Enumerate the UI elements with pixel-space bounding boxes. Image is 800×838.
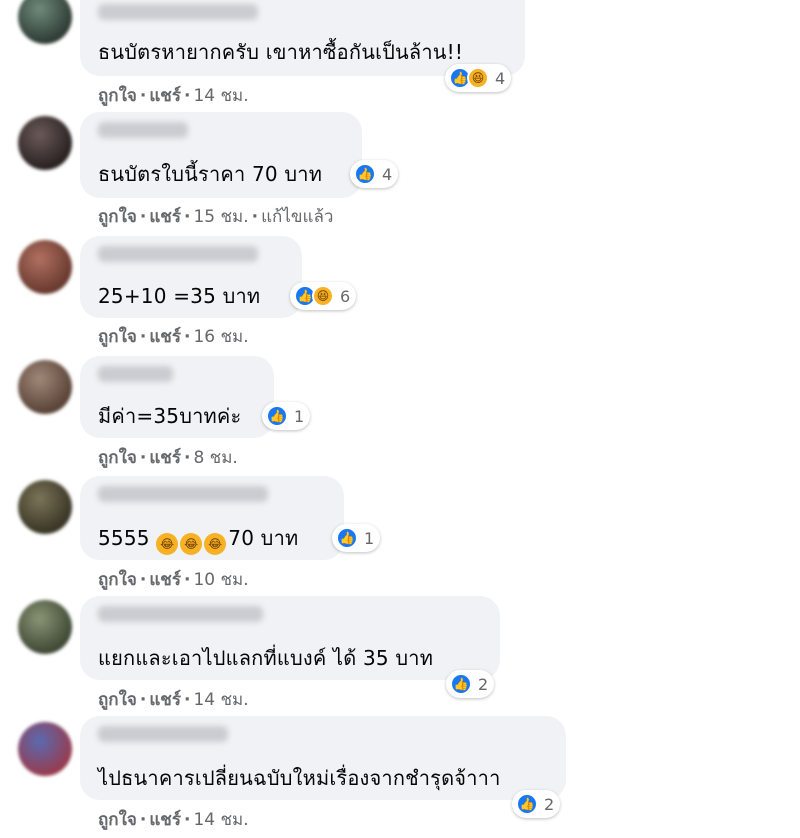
reaction-count: 4: [382, 164, 393, 184]
like-icon: 👍: [516, 793, 538, 815]
comment-text: แยกและเอาไปแลกที่แบงค์ ได้ 35 บาท: [98, 646, 434, 670]
haha-icon: 😆: [467, 67, 489, 89]
comment-bubble: 25+10 =35 บาท: [80, 236, 302, 318]
reaction-count: 2: [478, 674, 489, 694]
reaction-count: 1: [364, 528, 375, 548]
separator: ·: [139, 570, 147, 590]
comment-text-suffix: 70 บาท: [228, 526, 299, 550]
comment-bubble: 5555 😂 😂 😂 70 บาท: [80, 476, 344, 560]
comment-bubble: มีค่า=35บาทค่ะ: [80, 356, 274, 438]
comment-text: ธนบัตรใบนี้ราคา 70 บาท: [98, 162, 323, 186]
like-button[interactable]: ถูกใจ: [98, 690, 137, 710]
like-button[interactable]: ถูกใจ: [98, 327, 137, 347]
share-button[interactable]: แชร์: [149, 207, 181, 227]
laughing-emoji-icon: 😂: [156, 533, 179, 555]
reaction-summary[interactable]: 👍 2: [512, 790, 561, 818]
comment-bubble: แยกและเอาไปแลกที่แบงค์ ได้ 35 บาท: [80, 596, 500, 680]
timestamp[interactable]: 10 ชม.: [193, 570, 248, 590]
comment-text-prefix: 5555: [98, 526, 150, 550]
reaction-summary[interactable]: 👍 😆 6: [290, 282, 357, 310]
reaction-summary[interactable]: 👍 1: [262, 402, 311, 430]
separator: ·: [183, 86, 191, 106]
commenter-name[interactable]: [98, 122, 188, 138]
separator: ·: [183, 810, 191, 830]
comment-text: 25+10 =35 บาท: [98, 284, 261, 308]
separator: ·: [183, 570, 191, 590]
commenter-name[interactable]: [98, 486, 268, 502]
timestamp[interactable]: 15 ชม.: [193, 207, 248, 227]
comment-text: ธนบัตรหายากครับ เขาหาซื้อกันเป็นล้าน!!: [98, 40, 464, 64]
avatar[interactable]: [18, 0, 72, 44]
separator: ·: [139, 690, 147, 710]
commenter-name[interactable]: [98, 726, 228, 742]
like-button[interactable]: ถูกใจ: [98, 448, 137, 468]
like-icon: 👍: [266, 405, 288, 427]
comment-text: ไปธนาคารเปลี่ยนฉบับใหม่เรื่องจากชำรุดจ้า…: [98, 766, 501, 790]
comment-actions: ถูกใจ · แชร์ · 14 ชม.: [98, 686, 249, 713]
commenter-name[interactable]: [98, 366, 173, 382]
timestamp[interactable]: 14 ชม.: [193, 86, 248, 106]
avatar[interactable]: [18, 722, 72, 776]
share-button[interactable]: แชร์: [149, 570, 181, 590]
separator: ·: [183, 327, 191, 347]
comment-actions: ถูกใจ · แชร์ · 14 ชม.: [98, 806, 249, 833]
share-button[interactable]: แชร์: [149, 86, 181, 106]
reaction-summary[interactable]: 👍 😆 4: [445, 64, 512, 92]
timestamp[interactable]: 8 ชม.: [193, 448, 237, 468]
reaction-count: 2: [544, 794, 555, 814]
edited-label[interactable]: แก้ไขแล้ว: [261, 207, 333, 227]
avatar[interactable]: [18, 116, 72, 170]
timestamp[interactable]: 14 ชม.: [193, 690, 248, 710]
share-button[interactable]: แชร์: [149, 690, 181, 710]
timestamp[interactable]: 14 ชม.: [193, 810, 248, 830]
share-button[interactable]: แชร์: [149, 810, 181, 830]
commenter-name[interactable]: [98, 246, 258, 262]
reaction-summary[interactable]: 👍 4: [350, 160, 399, 188]
comment-bubble: ไปธนาคารเปลี่ยนฉบับใหม่เรื่องจากชำรุดจ้า…: [80, 716, 566, 800]
like-icon: 👍: [450, 673, 472, 695]
avatar[interactable]: [18, 600, 72, 654]
like-button[interactable]: ถูกใจ: [98, 207, 137, 227]
separator: ·: [183, 448, 191, 468]
avatar[interactable]: [18, 240, 72, 294]
separator: ·: [251, 207, 259, 227]
commenter-name[interactable]: [98, 4, 258, 20]
like-button[interactable]: ถูกใจ: [98, 570, 137, 590]
comment-actions: ถูกใจ · แชร์ · 15 ชม. · แก้ไขแล้ว: [98, 203, 333, 230]
laughing-emoji-icon: 😂: [180, 533, 203, 555]
share-button[interactable]: แชร์: [149, 448, 181, 468]
comment-text: 5555 😂 😂 😂 70 บาท: [98, 522, 298, 555]
comment-actions: ถูกใจ · แชร์ · 10 ชม.: [98, 566, 249, 593]
like-icon: 👍: [336, 527, 358, 549]
avatar[interactable]: [18, 360, 72, 414]
commenter-name[interactable]: [98, 606, 263, 622]
like-icon: 👍: [354, 163, 376, 185]
separator: ·: [183, 690, 191, 710]
comment-bubble: ธนบัตรใบนี้ราคา 70 บาท: [80, 112, 362, 198]
separator: ·: [139, 327, 147, 347]
reaction-count: 6: [340, 286, 351, 306]
reaction-count: 1: [294, 406, 305, 426]
laughing-emoji-icon: 😂: [204, 533, 227, 555]
separator: ·: [139, 810, 147, 830]
separator: ·: [183, 207, 191, 227]
reaction-summary[interactable]: 👍 1: [332, 524, 381, 552]
comment-actions: ถูกใจ · แชร์ · 8 ชม.: [98, 444, 238, 471]
timestamp[interactable]: 16 ชม.: [193, 327, 248, 347]
like-button[interactable]: ถูกใจ: [98, 810, 137, 830]
separator: ·: [139, 207, 147, 227]
share-button[interactable]: แชร์: [149, 327, 181, 347]
comment-actions: ถูกใจ · แชร์ · 16 ชม.: [98, 323, 249, 350]
haha-icon: 😆: [312, 285, 334, 307]
reaction-summary[interactable]: 👍 2: [446, 670, 495, 698]
separator: ·: [139, 448, 147, 468]
like-button[interactable]: ถูกใจ: [98, 86, 137, 106]
comment-actions: ถูกใจ · แชร์ · 14 ชม.: [98, 82, 249, 109]
reaction-count: 4: [495, 68, 506, 88]
separator: ·: [139, 86, 147, 106]
avatar[interactable]: [18, 480, 72, 534]
comment-text: มีค่า=35บาทค่ะ: [98, 404, 242, 428]
